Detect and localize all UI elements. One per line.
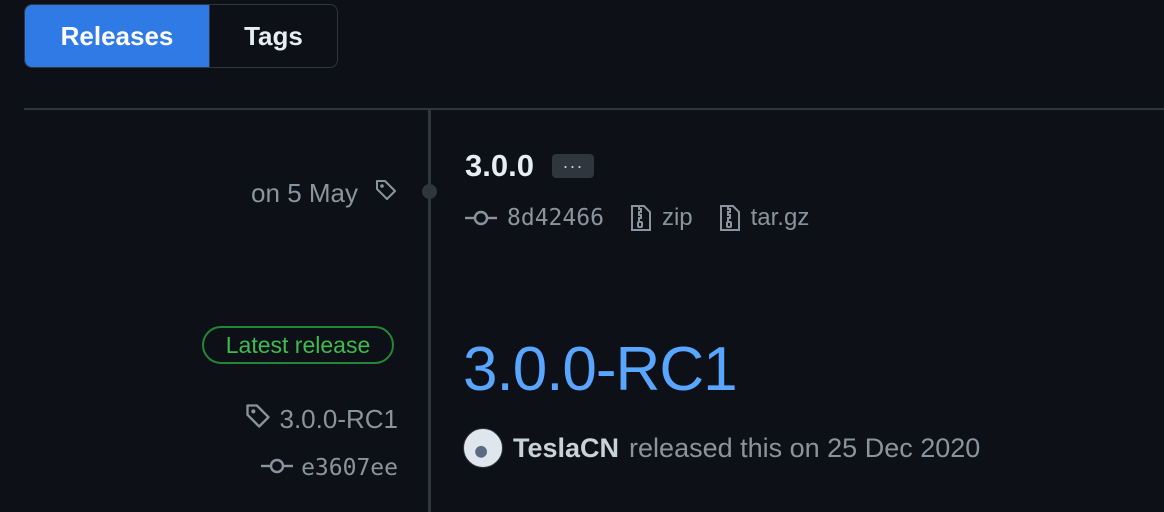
timeline-dot <box>422 184 437 199</box>
zip-label: zip <box>661 204 693 231</box>
file-zip-icon <box>719 204 741 232</box>
release-date-text: on 5 May <box>251 178 358 208</box>
tab-tags[interactable]: Tags <box>209 5 337 67</box>
divider <box>24 108 1164 110</box>
release-meta: 8d42466 zip tar.gz <box>465 204 835 232</box>
latest-release-badge: Latest release <box>202 326 394 364</box>
author-name[interactable]: TeslaCN <box>513 433 619 464</box>
commit-hash: 8d42466 <box>507 205 604 231</box>
release-commit[interactable]: e3607ee <box>261 455 398 481</box>
commit-icon <box>465 209 497 227</box>
release-commit-hash: e3607ee <box>301 455 398 481</box>
tab-releases[interactable]: Releases <box>25 5 209 67</box>
release-title-large[interactable]: 3.0.0-RC1 <box>463 334 738 405</box>
release-title[interactable]: 3.0.0 <box>465 148 534 184</box>
release-header: 3.0.0 ··· <box>465 148 594 184</box>
release-tag[interactable]: 3.0.0-RC1 <box>244 402 399 437</box>
expand-button[interactable]: ··· <box>551 154 594 178</box>
commit-link[interactable]: 8d42466 <box>465 205 604 231</box>
timeline-line <box>428 110 431 512</box>
release-date: on 5 May <box>251 178 398 209</box>
release-author-line: TeslaCN released this on 25 Dec 2020 <box>463 428 980 468</box>
release-tabs: Releases Tags <box>24 4 338 68</box>
avatar[interactable] <box>463 428 503 468</box>
zip-download[interactable]: zip <box>630 204 693 232</box>
file-zip-icon <box>630 204 652 232</box>
release-tag-label: 3.0.0-RC1 <box>279 404 399 434</box>
tag-icon <box>244 402 272 437</box>
targz-download[interactable]: tar.gz <box>719 204 810 232</box>
released-text: released this on 25 Dec 2020 <box>629 432 981 463</box>
tag-icon[interactable] <box>374 178 398 209</box>
targz-label: tar.gz <box>750 204 810 231</box>
commit-icon <box>261 457 294 480</box>
